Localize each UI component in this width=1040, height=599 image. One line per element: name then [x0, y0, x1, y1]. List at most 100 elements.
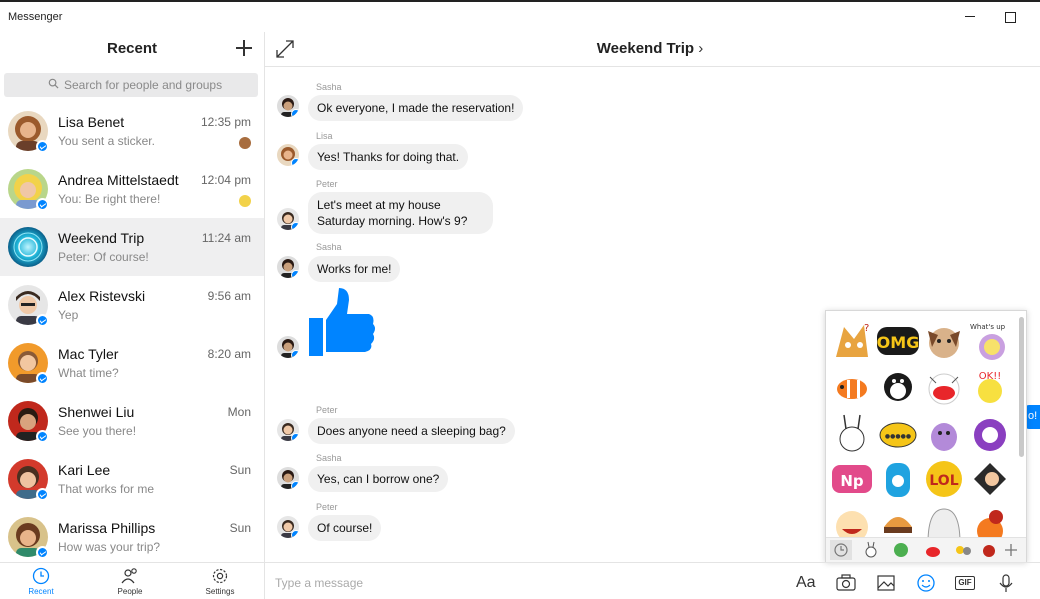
sender-avatar — [277, 467, 299, 489]
seen-avatar — [239, 195, 251, 207]
sticker-fish-icon[interactable] — [830, 365, 874, 409]
sender-avatar — [277, 208, 299, 230]
compose-bar: Type a message Aa GIF — [265, 562, 1040, 599]
sticker-bunny-icon[interactable] — [830, 411, 874, 455]
sender-avatar — [277, 419, 299, 441]
microphone-icon[interactable] — [995, 572, 1017, 594]
conversation-item[interactable]: Marissa Phillips Sun How was your trip? — [0, 508, 264, 562]
conversation-name: Lisa Benet — [58, 114, 125, 130]
photo-gallery-icon[interactable] — [875, 572, 897, 594]
messenger-badge-icon — [36, 430, 49, 443]
conversation-item[interactable]: Andrea Mittelstaedt 12:04 pm You: Be rig… — [0, 160, 264, 218]
sidebar-header: Recent — [0, 32, 264, 66]
sender-avatar — [277, 256, 299, 278]
chat-pane: Weekend Trip › Sasha Ok everyone, I made… — [265, 32, 1040, 599]
sticker-omg-text: OMG — [877, 333, 920, 352]
sticker-pack-tabs — [826, 537, 1026, 562]
recent-stickers-clock-icon[interactable] — [830, 540, 852, 560]
conversation-name: Andrea Mittelstaedt — [58, 172, 179, 188]
nav-people[interactable]: People — [100, 567, 160, 599]
conversation-time: Sun — [229, 521, 251, 535]
sticker-penguin-icon[interactable] — [876, 365, 920, 409]
conversation-item[interactable]: Mac Tyler 8:20 am What time? — [0, 334, 264, 392]
messenger-badge-icon — [291, 481, 299, 489]
message-input[interactable]: Type a message — [275, 576, 363, 590]
sidebar-nav: Recent People Settings — [0, 562, 264, 599]
sticker-lumpy-icon[interactable] — [922, 411, 966, 455]
search-input[interactable]: Search for people and groups — [4, 73, 258, 97]
new-message-plus-icon[interactable] — [234, 38, 254, 58]
nav-recent[interactable]: Recent — [11, 567, 71, 599]
sticker-grid: ? OMG What's up OK!! ●●●●● Np LOL — [826, 311, 1016, 537]
messenger-badge-icon — [291, 109, 299, 117]
sticker-blue-creature-icon[interactable] — [876, 457, 920, 501]
chat-title[interactable]: Weekend Trip › — [265, 40, 1035, 57]
sticker-fox-icon[interactable]: ? — [830, 319, 874, 363]
conversation-time: 11:24 am — [201, 231, 251, 245]
sticker-scrollbar[interactable] — [1019, 317, 1024, 457]
app-title: Messenger — [8, 11, 63, 23]
conversation-list: Lisa Benet 12:35 pm You sent a sticker. … — [0, 102, 264, 562]
conversation-preview: See you there! — [58, 424, 137, 438]
sticker-ticket-icon[interactable]: ●●●●● — [876, 411, 920, 455]
messenger-badge-icon — [36, 314, 49, 327]
nav-settings-label: Settings — [205, 587, 235, 596]
sticker-dog-icon[interactable] — [922, 319, 966, 363]
message-bubble: Works for me! — [308, 256, 401, 282]
avatar — [8, 227, 48, 267]
svg-text:?: ? — [864, 323, 869, 334]
gif-button[interactable]: GIF — [955, 576, 975, 590]
sticker-pack-bees-icon[interactable] — [952, 540, 974, 560]
gear-icon — [212, 568, 228, 584]
conversation-time: 8:20 am — [207, 347, 251, 361]
sticker-guitar-icon[interactable] — [968, 457, 1012, 501]
sticker-whats-up-icon[interactable]: What's up — [968, 319, 1012, 363]
conversation-item[interactable]: Lisa Benet 12:35 pm You sent a sticker. — [0, 102, 264, 160]
sticker-cat-icon[interactable] — [922, 365, 966, 409]
messenger-badge-icon — [291, 158, 299, 166]
sender-avatar — [277, 95, 299, 117]
format-text-button[interactable]: Aa — [796, 574, 818, 596]
sticker-pack-green-icon[interactable] — [890, 540, 912, 560]
minimize-button[interactable] — [960, 7, 980, 27]
sticker-ticket-text: ●●●●● — [885, 433, 911, 440]
sticker-lol-icon[interactable]: LOL — [922, 457, 966, 501]
sticker-np-icon[interactable]: Np — [830, 457, 874, 501]
messenger-badge-icon — [36, 140, 49, 153]
conversation-name: Shenwei Liu — [58, 404, 135, 420]
sticker-burger-icon[interactable] — [876, 503, 920, 537]
sticker-smiley-icon[interactable] — [915, 572, 937, 594]
conversation-item[interactable]: Shenwei Liu Mon See you there! — [0, 392, 264, 450]
sticker-omg-icon[interactable]: OMG — [876, 319, 920, 363]
sticker-music-icon[interactable] — [968, 411, 1012, 455]
message-sender: Sasha — [316, 82, 342, 92]
sticker-ghost-icon[interactable] — [922, 503, 966, 537]
sticker-pack-fox-icon[interactable] — [978, 540, 1000, 560]
conversation-item-active[interactable]: Weekend Trip 11:24 am Peter: Of course! — [0, 218, 264, 276]
sticker-ok-text: OK!! — [979, 371, 1001, 382]
conversation-preview: That works for me — [58, 482, 155, 496]
conversation-item[interactable]: Alex Ristevski 9:56 am Yep — [0, 276, 264, 334]
nav-settings[interactable]: Settings — [190, 567, 250, 599]
message-bubble: Yes! Thanks for doing that. — [308, 144, 469, 170]
conversation-name: Alex Ristevski — [58, 288, 146, 304]
conversation-name: Marissa Phillips — [58, 520, 156, 536]
sticker-ok-icon[interactable]: OK!! — [968, 365, 1012, 409]
sticker-pack-bunny-icon[interactable] — [860, 540, 882, 560]
messenger-badge-icon — [291, 433, 299, 441]
add-sticker-pack-plus-icon[interactable] — [1000, 540, 1022, 560]
conversation-item[interactable]: Kari Lee Sun That works for me — [0, 450, 264, 508]
conversation-time: 12:35 pm — [200, 115, 251, 129]
conversation-time: 12:04 pm — [200, 173, 251, 187]
sticker-fox2-icon[interactable] — [968, 503, 1012, 537]
maximize-button[interactable] — [1000, 7, 1020, 27]
sticker-laugh-icon[interactable] — [830, 503, 874, 537]
sticker-pack-cat-icon[interactable] — [922, 540, 944, 560]
sticker-whats-up-text: What's up — [970, 323, 1006, 331]
camera-icon[interactable] — [835, 572, 857, 594]
clock-icon — [32, 567, 50, 585]
search-placeholder: Search for people and groups — [64, 78, 223, 92]
message-sender: Sasha — [316, 453, 342, 463]
conversation-preview: What time? — [58, 366, 119, 380]
sender-avatar — [277, 516, 299, 538]
